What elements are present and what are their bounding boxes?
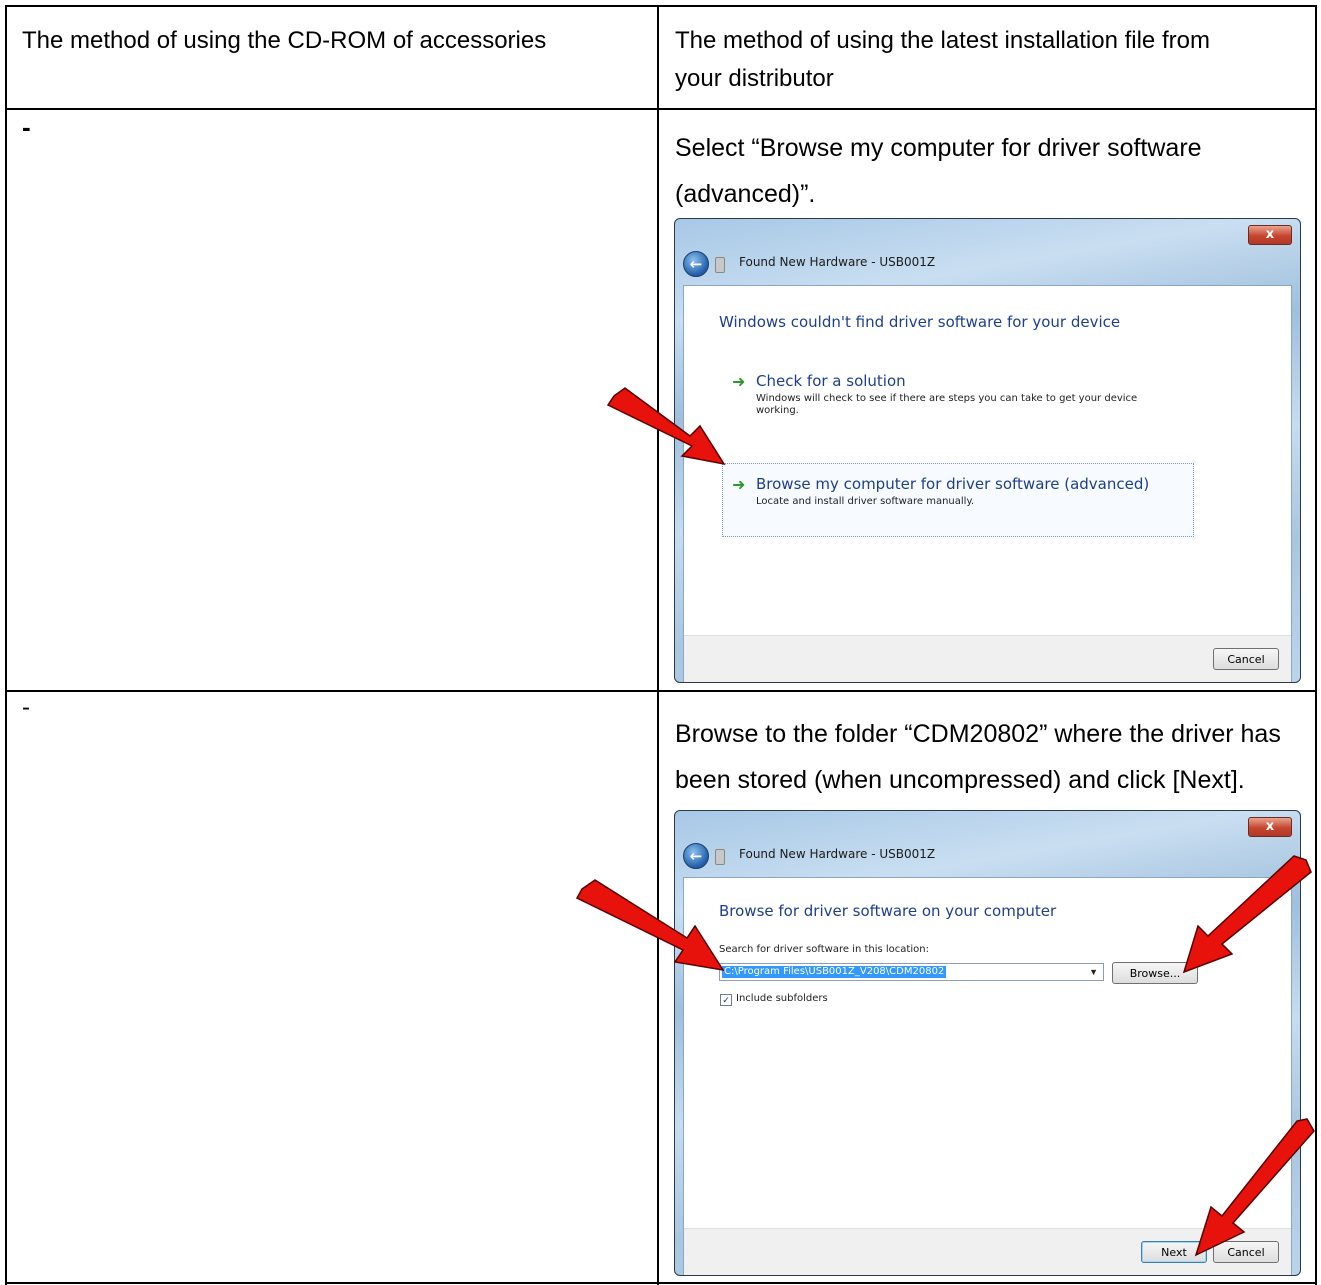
option-description: Locate and install driver software manua… — [756, 496, 975, 507]
row1-instruction: Select “Browse my computer for driver so… — [675, 125, 1202, 217]
annotation-arrow-icon — [1194, 1118, 1315, 1257]
found-new-hardware-dialog-1: x ← Found New Hardware - USB001Z Windows… — [674, 218, 1301, 683]
row1-instruction-line1: Select “Browse my computer for driver so… — [675, 134, 1202, 162]
header-distributor-line1: The method of using the latest installat… — [675, 27, 1210, 54]
option-description-line1: Windows will check to see if there are s… — [756, 393, 1138, 404]
row2-instruction-line1: Browse to the folder “CDM20802” where th… — [675, 720, 1281, 748]
dialog-title: Found New Hardware - USB001Z — [739, 255, 936, 269]
include-subfolders-checkbox[interactable]: ✓ — [720, 994, 732, 1006]
dialog-footer: Cancel — [684, 635, 1291, 682]
close-button[interactable]: x — [1248, 817, 1292, 837]
dialog-title: Found New Hardware - USB001Z — [739, 847, 936, 861]
chevron-down-icon[interactable]: ▼ — [1089, 967, 1098, 977]
header-cd-rom-method: The method of using the CD-ROM of access… — [22, 27, 547, 54]
option-title: Browse my computer for driver software (… — [756, 475, 1150, 493]
close-button[interactable]: x — [1248, 225, 1292, 245]
green-arrow-icon: ➜ — [732, 475, 746, 494]
header-distributor-line2: your distributor — [675, 65, 834, 92]
include-subfolders-label: Include subfolders — [736, 993, 828, 1004]
dialog-heading: Browse for driver software on your compu… — [719, 902, 1057, 920]
option-description: Windows will check to see if there are s… — [756, 393, 1137, 417]
device-icon — [715, 849, 725, 865]
back-arrow-icon[interactable]: ← — [683, 251, 709, 277]
device-icon — [715, 257, 725, 273]
row2-instruction: Browse to the folder “CDM20802” where th… — [675, 711, 1281, 803]
check-for-solution-option[interactable]: ➜ Check for a solution Windows will chec… — [732, 372, 1292, 416]
annotation-arrow-icon — [1182, 855, 1312, 974]
table-border-right — [1315, 5, 1317, 1285]
dialog-heading: Windows couldn't find driver software fo… — [719, 313, 1121, 331]
row1-cd-rom-placeholder: - — [22, 112, 31, 142]
annotation-arrow-icon — [575, 879, 725, 972]
browse-my-computer-option[interactable]: ➜ Browse my computer for driver software… — [732, 475, 1182, 515]
row2-instruction-line2: been stored (when uncompressed) and clic… — [675, 766, 1245, 794]
table-border-top — [5, 5, 1317, 7]
option-title: Check for a solution — [756, 372, 906, 390]
table-divider-header — [5, 108, 1317, 110]
table-border-left — [5, 5, 7, 1285]
back-arrow-icon[interactable]: ← — [683, 843, 709, 869]
driver-path-combobox[interactable]: C:\Program Files\USB001Z_V208\CDM20802 ▼ — [719, 963, 1104, 981]
row2-cd-rom-placeholder: - — [22, 694, 30, 721]
annotation-arrow-icon — [606, 387, 726, 466]
table-divider-row1 — [5, 690, 1317, 692]
search-location-label: Search for driver software in this locat… — [719, 944, 929, 955]
driver-path-value: C:\Program Files\USB001Z_V208\CDM20802 — [722, 966, 947, 978]
table-column-divider — [657, 5, 659, 1285]
dialog-body: Windows couldn't find driver software fo… — [683, 285, 1292, 682]
header-distributor-method: The method of using the latest installat… — [675, 22, 1210, 98]
cancel-button[interactable]: Cancel — [1213, 648, 1279, 670]
table-border-bottom — [5, 1282, 1317, 1284]
row1-instruction-line2: (advanced)”. — [675, 180, 816, 208]
option-description-line2: working. — [756, 405, 799, 416]
green-arrow-icon: ➜ — [732, 372, 746, 391]
